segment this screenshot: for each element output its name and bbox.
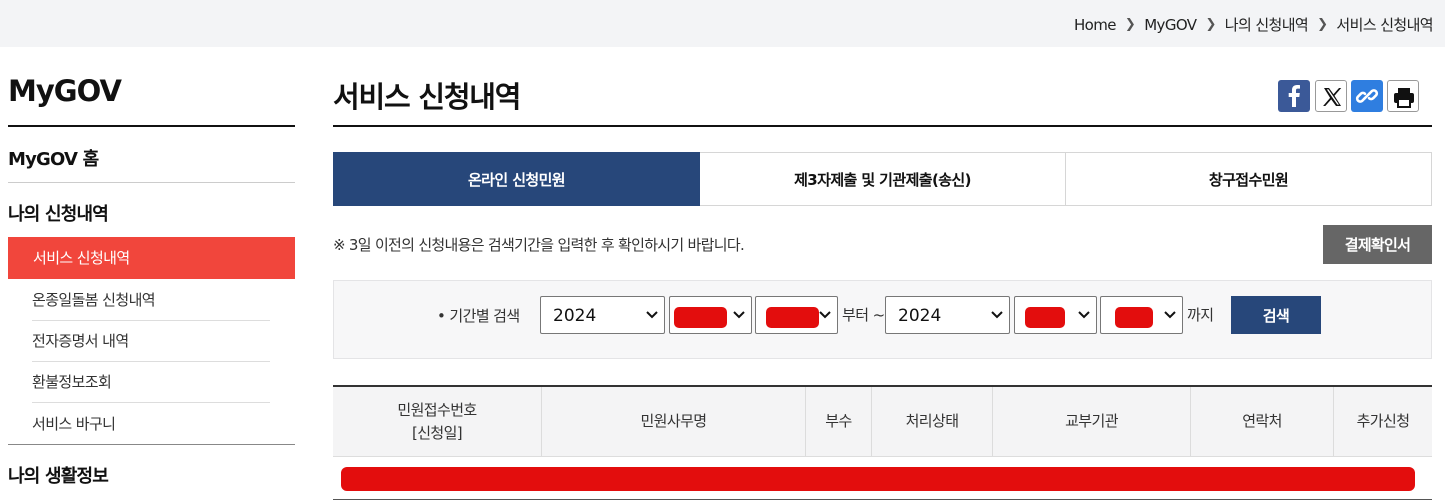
breadcrumb-home[interactable]: Home (1074, 16, 1117, 34)
table-bottom-border (333, 499, 1432, 500)
sidebar-item-e-certificates[interactable]: 전자증명서 내역 (32, 321, 270, 362)
top-bar: Home ❯ MyGOV ❯ 나의 신청내역 ❯ 서비스 신청내역 (0, 0, 1445, 47)
from-year-select[interactable]: 2024 (540, 296, 665, 334)
from-day-select[interactable] (755, 296, 838, 334)
column-header-copies: 부수 (806, 387, 872, 456)
tab-counter-applications[interactable]: 창구접수민원 (1066, 152, 1432, 206)
chevron-right-icon: ❯ (1124, 17, 1136, 32)
column-header-service-name: 민원사무명 (542, 387, 806, 456)
column-header-contact: 연락처 (1191, 387, 1334, 456)
chevron-down-icon (819, 311, 831, 319)
search-button[interactable]: 검색 (1231, 296, 1321, 334)
from-year-value: 2024 (553, 306, 597, 326)
search-label: • 기간별 검색 (437, 307, 520, 325)
sidebar-divider (8, 125, 295, 127)
column-header-additional-request: 추가신청 (1356, 412, 1410, 430)
chevron-down-icon (991, 311, 1003, 319)
from-text: 부터 ~ (842, 306, 885, 324)
page-title: 서비스 신청내역 (333, 80, 521, 114)
notice-text: ※ 3일 이전의 신청내용은 검색기간을 입력한 후 확인하시기 바랍니다. (333, 236, 745, 254)
chevron-right-icon: ❯ (1317, 17, 1328, 32)
tab-bar: 온라인 신청민원 제3자제출 및 기관제출(송신) 창구접수민원 (333, 152, 1432, 206)
sidebar-item-mygov-home[interactable]: MyGOV 홈 (8, 145, 99, 171)
title-divider (333, 125, 1432, 127)
facebook-icon[interactable] (1278, 80, 1310, 112)
chevron-down-icon (1164, 311, 1176, 319)
column-header-issuing-agency: 교부기관 (993, 387, 1191, 456)
print-icon[interactable] (1387, 80, 1419, 112)
link-icon[interactable] (1351, 80, 1383, 112)
sidebar-section-my-applications[interactable]: 나의 신청내역 (8, 200, 109, 226)
to-year-value: 2024 (898, 306, 942, 326)
breadcrumb-my-applications[interactable]: 나의 신청내역 (1225, 14, 1309, 35)
chevron-right-icon: ❯ (1205, 17, 1216, 32)
to-month-select[interactable] (1014, 296, 1097, 334)
to-text: 까지 (1187, 306, 1214, 324)
redacted-value (1115, 307, 1153, 328)
sidebar-section-life-info[interactable]: 나의 생활정보 (8, 462, 109, 488)
sidebar-divider (8, 182, 295, 183)
tab-third-party-submission[interactable]: 제3자제출 및 기관제출(송신) (700, 152, 1066, 206)
chevron-down-icon (646, 311, 658, 319)
sidebar-title: MyGOV (8, 74, 122, 108)
table-row[interactable] (341, 467, 1415, 491)
redacted-value (674, 307, 727, 328)
column-header-status: 처리상태 (872, 387, 993, 456)
breadcrumb-current[interactable]: 서비스 신청내역 (1336, 14, 1433, 35)
tab-online-applications[interactable]: 온라인 신청민원 (333, 152, 700, 206)
breadcrumb: Home ❯ MyGOV ❯ 나의 신청내역 ❯ 서비스 신청내역 (1074, 14, 1434, 35)
to-day-select[interactable] (1100, 296, 1183, 334)
from-month-select[interactable] (669, 296, 752, 334)
chevron-down-icon (733, 311, 745, 319)
sidebar-divider (8, 444, 295, 445)
sidebar-item-service-applications[interactable]: 서비스 신청내역 (8, 237, 295, 279)
chevron-down-icon (1078, 311, 1090, 319)
redacted-value (766, 307, 819, 328)
column-header-receipt-no: 민원접수번호 [신청일] (333, 387, 542, 456)
breadcrumb-mygov[interactable]: MyGOV (1144, 16, 1197, 34)
sidebar-item-refund-info[interactable]: 환불정보조회 (32, 362, 270, 403)
to-year-select[interactable]: 2024 (885, 296, 1010, 334)
payment-confirmation-button[interactable]: 결제확인서 (1323, 225, 1432, 264)
redacted-value (1025, 307, 1065, 328)
x-icon[interactable] (1315, 80, 1347, 112)
sidebar-item-all-day-care[interactable]: 온종일돌봄 신청내역 (32, 280, 270, 321)
sidebar-item-service-basket[interactable]: 서비스 바구니 (32, 404, 270, 445)
table-header: 민원접수번호 [신청일] 민원사무명 부수 처리상태 교부기관 연락처 추가신청 (333, 387, 1432, 457)
